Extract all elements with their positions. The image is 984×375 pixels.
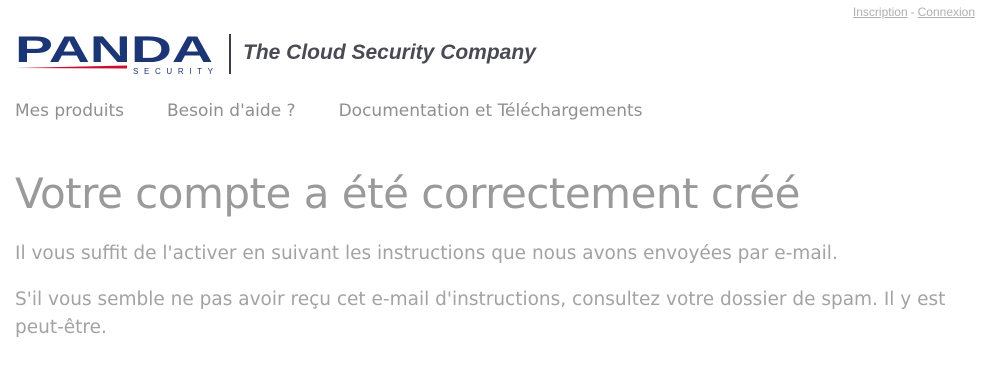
nav-item-help[interactable]: Besoin d'aide ?: [167, 101, 296, 121]
login-link[interactable]: Connexion: [918, 5, 975, 19]
main-nav: Mes produits Besoin d'aide ? Documentation…: [15, 101, 686, 121]
nav-item-docs-downloads[interactable]: Documentation et Téléchargements: [339, 101, 643, 121]
account-links: Inscription - Connexion: [853, 5, 975, 19]
activation-message: Il vous suffit de l'activer en suivant l…: [15, 243, 838, 264]
logo-divider: [229, 34, 231, 74]
page-title: Votre compte a été correctement créé: [15, 169, 800, 218]
logo-brand-text: PANDA: [15, 32, 213, 70]
signup-link[interactable]: Inscription: [853, 5, 908, 19]
tagline: The Cloud Security Company: [243, 41, 536, 64]
nav-item-my-products[interactable]: Mes produits: [15, 101, 124, 121]
panda-logo-mark: PANDA SECURITY: [15, 29, 214, 76]
panda-security-logo[interactable]: PANDA SECURITY: [15, 29, 215, 76]
link-separator: -: [910, 5, 915, 19]
spam-hint-message: S'il vous semble ne pas avoir reçu cet e…: [15, 289, 946, 338]
